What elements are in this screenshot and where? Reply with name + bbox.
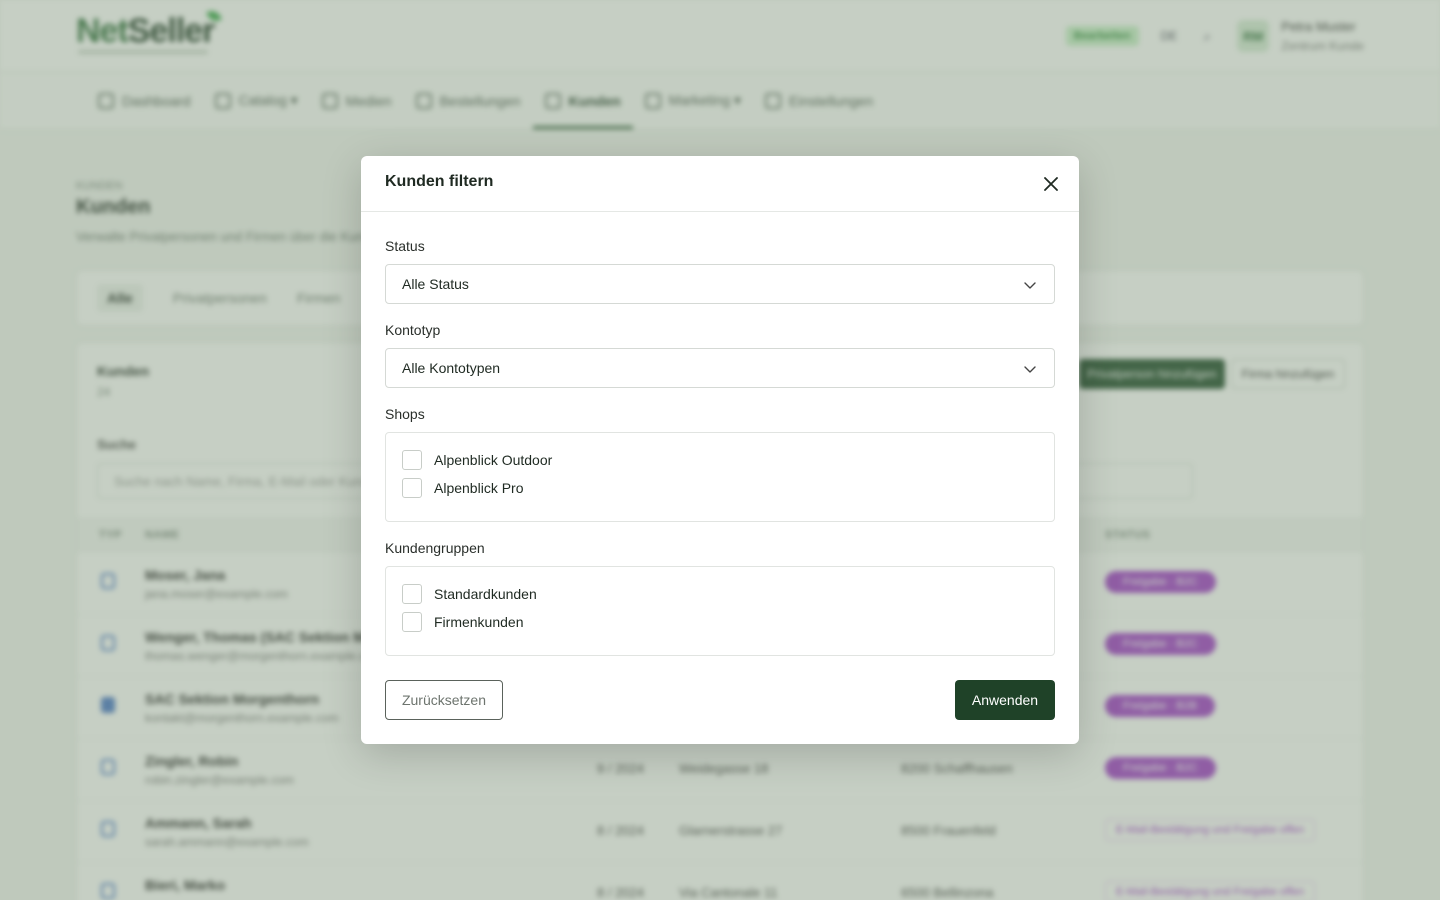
checkbox[interactable] (402, 450, 422, 470)
shop-option-alpenblick-outdoor[interactable]: Alpenblick Outdoor (402, 450, 552, 470)
reset-button[interactable]: Zurücksetzen (385, 680, 503, 720)
dialog-title: Kunden filtern (385, 173, 494, 190)
close-icon (1044, 177, 1058, 191)
dialog-header: Kunden filtern (361, 156, 1079, 212)
account-type-select-value: Alle Kontotypen (402, 360, 501, 376)
shop-option-alpenblick-pro[interactable]: Alpenblick Pro (402, 478, 524, 498)
account-type-select[interactable]: Alle Kontotypen (385, 348, 1055, 388)
apply-button[interactable]: Anwenden (955, 680, 1055, 720)
status-select-value: Alle Status (402, 276, 469, 292)
group-option-firmenkunden[interactable]: Firmenkunden (402, 612, 524, 632)
checkbox[interactable] (402, 612, 422, 632)
group-option-standardkunden[interactable]: Standardkunden (402, 584, 537, 604)
checkbox[interactable] (402, 584, 422, 604)
checkbox[interactable] (402, 478, 422, 498)
status-select[interactable]: Alle Status (385, 264, 1055, 304)
account-type-label: Kontotyp (385, 322, 441, 338)
status-label: Status (385, 238, 425, 254)
shops-label: Shops (385, 406, 425, 422)
close-button[interactable] (1041, 174, 1061, 194)
customer-groups-label: Kundengruppen (385, 540, 485, 556)
chevron-down-icon (1024, 366, 1036, 373)
shops-checkbox-group: Alpenblick Outdoor Alpenblick Pro (385, 432, 1055, 522)
filter-dialog: Kunden filtern Status Alle Status Kontot… (361, 156, 1079, 744)
customer-groups-checkbox-group: Standardkunden Firmenkunden (385, 566, 1055, 656)
chevron-down-icon (1024, 282, 1036, 289)
